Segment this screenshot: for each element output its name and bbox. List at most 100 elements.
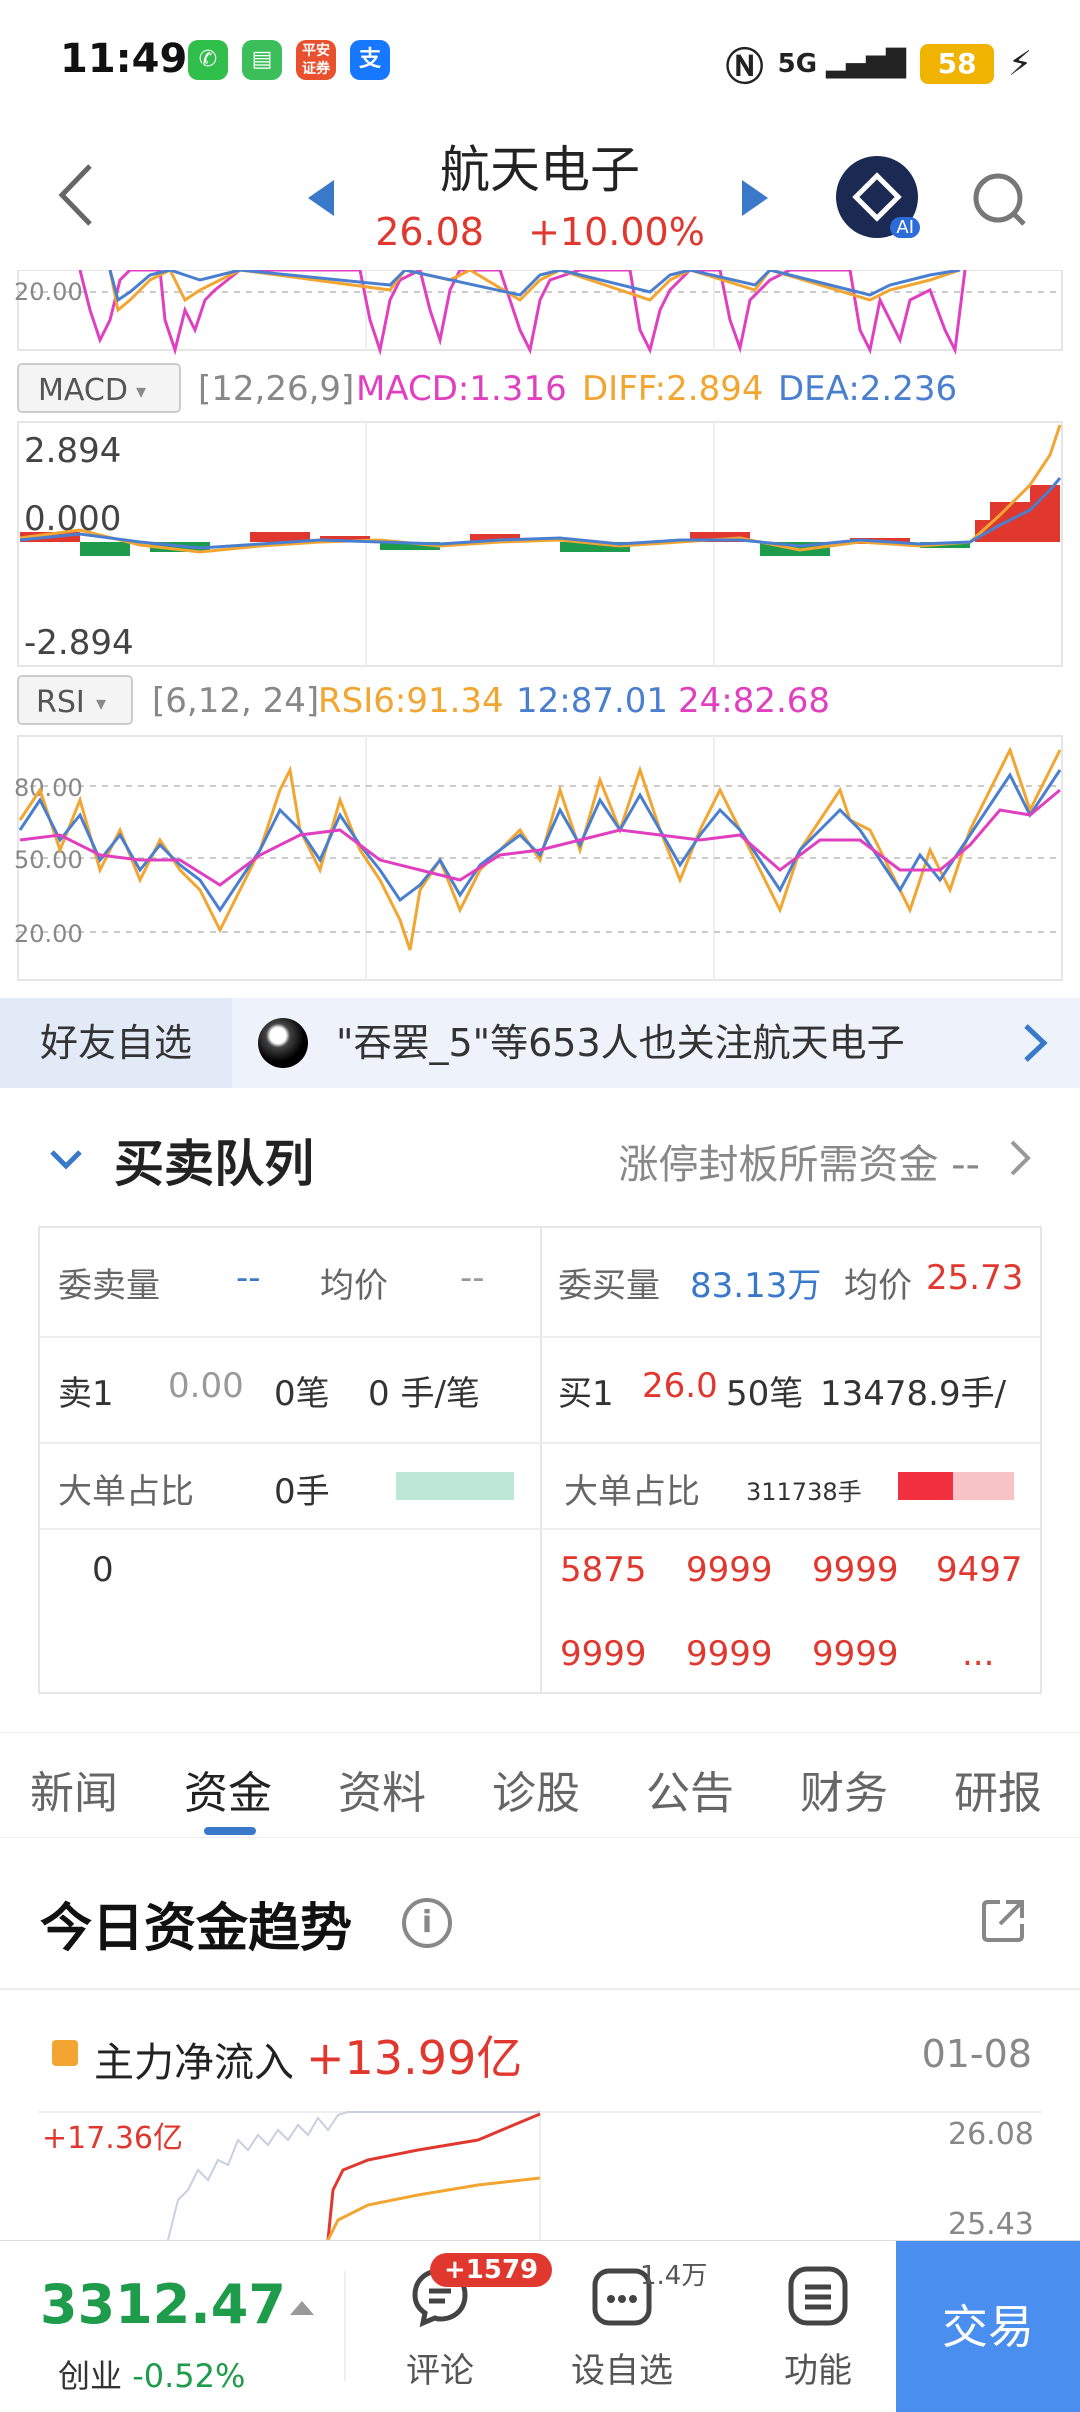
fund-trend-header: 今日资金趋势 i [0, 1856, 1080, 1976]
main-flow-legend [52, 2040, 78, 2066]
stock-price: 26.08 [375, 210, 484, 254]
buy-avg-label: 均价 [844, 1266, 912, 1306]
fund-price-top: 26.08 [948, 2117, 1034, 2152]
next-stock-icon[interactable] [742, 180, 768, 216]
limit-up-funds[interactable]: 涨停封板所需资金 -- [618, 1132, 980, 1190]
message-app-icon: ▤ [242, 40, 282, 80]
macd-selector-label: MACD [38, 373, 128, 408]
buy-vol-label: 委买量 [558, 1266, 660, 1306]
dea-value: DEA:2.236 [778, 369, 957, 409]
watchlist-label: 设自选 [571, 2351, 673, 2391]
index-change: -0.52% [132, 2357, 246, 2395]
stock-header: 航天电子 26.08 +10.00% AI [0, 120, 1080, 270]
sell-big-value: 0手 [274, 1472, 330, 1512]
chevron-right-icon[interactable] [1008, 1138, 1032, 1178]
search-icon[interactable] [972, 172, 1026, 226]
buy-vol-value: 83.13万 [690, 1266, 822, 1306]
signal-icon: 5G ▂▄▆█ [777, 48, 907, 79]
rsi-tick-80: 80.00 [14, 774, 83, 802]
charging-icon: ⚡ [1008, 43, 1032, 84]
main-flow-label: 主力净流入 [94, 2040, 294, 2086]
tab-funds[interactable]: 资金 [184, 1757, 272, 1821]
index-name[interactable]: 创业 -0.52% [58, 2351, 245, 2397]
chevron-right-icon[interactable] [1020, 1020, 1050, 1066]
buy-avg-value: 25.73 [926, 1258, 1024, 1298]
trade-button[interactable]: 交易 [896, 2241, 1080, 2412]
tab-news[interactable]: 新闻 [30, 1757, 118, 1821]
share-external-icon[interactable] [978, 1896, 1028, 1946]
expand-up-icon[interactable] [290, 2301, 314, 2315]
status-right: Ⓝ 5G ▂▄▆█ 58 ⚡ [726, 36, 1032, 91]
status-time: 11:49 [60, 36, 188, 82]
index-value[interactable]: 3312.47 [40, 2273, 286, 2336]
diff-value: DIFF:2.894 [582, 369, 763, 409]
order-queue-table: 委卖量 -- 均价 -- 卖1 0.00 0笔 0 手/笔 大单占比 0手 0 … [38, 1226, 1042, 1694]
buy-big-value: 311738手 [746, 1478, 862, 1506]
tab-diagnosis[interactable]: 诊股 [492, 1757, 580, 1821]
buy-order-0: 5875 [560, 1550, 647, 1590]
tab-research[interactable]: 研报 [954, 1757, 1042, 1821]
sell1-label: 卖1 [58, 1374, 114, 1414]
bottom-bar: 3312.47 创业 -0.52% 评论 +1579 设自选 1.4万 功能 交… [0, 2240, 1080, 2412]
comment-label: 评论 [406, 2351, 474, 2391]
sell-vol-value: -- [236, 1258, 261, 1298]
rsi-tick-20: 20.00 [14, 920, 83, 948]
watchlist-count: 1.4万 [640, 2261, 708, 2291]
sell-vol-label: 委卖量 [58, 1266, 160, 1306]
indicator-charts: 20.00 MACD ▾ [12,26,9] MACD:1.316 DIFF:2… [0, 267, 1080, 990]
main-net-inflow: 主力净流入 +13.99亿 01-08 [0, 2018, 1080, 2088]
active-tab-indicator [204, 1827, 256, 1835]
rsi6-value: RSI6:91.34 [318, 681, 504, 721]
buy1-count: 50笔 [726, 1374, 804, 1414]
battery-icon: 58 [920, 43, 995, 84]
sell1-per: 0 手/笔 [368, 1374, 480, 1414]
sell1-count: 0笔 [274, 1374, 330, 1414]
sell1-price: 0.00 [168, 1366, 244, 1406]
tab-announcements[interactable]: 公告 [646, 1757, 734, 1821]
macd-dropdown-icon: ▾ [136, 379, 146, 403]
tab-profile[interactable]: 资料 [338, 1757, 426, 1821]
tab-financials[interactable]: 财务 [800, 1757, 888, 1821]
info-icon[interactable]: i [402, 1898, 452, 1948]
buy-order-more: ... [962, 1634, 995, 1674]
function-label: 功能 [784, 2351, 852, 2391]
buy-order-2: 9999 [812, 1550, 899, 1590]
function-menu-icon [788, 2266, 848, 2326]
stock-change: +10.00% [528, 210, 705, 254]
nfc-icon: Ⓝ [725, 45, 764, 89]
alipay-app-icon: 支 [350, 40, 390, 80]
macd-ymin: -2.894 [24, 623, 134, 663]
buy1-price: 26.0 [642, 1366, 718, 1406]
ai-assistant-button[interactable]: AI [836, 156, 920, 238]
buy-order-1: 9999 [686, 1550, 773, 1590]
phone-app-icon: ✆ [188, 40, 228, 80]
chevron-down-icon[interactable] [48, 1148, 84, 1172]
fund-price-mid: 25.43 [948, 2207, 1034, 2240]
buy-order-5: 9999 [686, 1634, 773, 1674]
order-queue-header[interactable]: 买卖队列 涨停封板所需资金 -- [0, 1100, 1080, 1210]
buy-big-bar [898, 1472, 1014, 1500]
buy-big-label: 大单占比 [564, 1472, 700, 1512]
top-chart-label: 20.00 [14, 278, 83, 306]
macd-value: MACD:1.316 [356, 369, 567, 409]
rsi-selector-label: RSI [36, 685, 85, 720]
fund-trend-chart[interactable]: +17.36亿 26.08 25.43 [38, 2110, 1042, 2242]
status-bar: 11:49 ✆ ▤ 平安 证券 支 Ⓝ 5G ▂▄▆█ 58 ⚡ [0, 0, 1080, 120]
comment-badge: +1579 [430, 2253, 553, 2287]
stock-title: 航天电子 [440, 141, 640, 199]
rsi24-value: 24:82.68 [678, 681, 830, 721]
fund-trend-title: 今日资金趋势 [40, 1899, 353, 1959]
main-flow-date: 01-08 [921, 2032, 1032, 2076]
function-button[interactable]: 功能 [738, 2263, 898, 2392]
sell-avg-value: -- [460, 1258, 485, 1298]
rsi12-value: 12:87.01 [516, 681, 668, 721]
ai-tag: AI [890, 217, 920, 238]
buy-order-4: 9999 [560, 1634, 647, 1674]
sell-big-bar [396, 1472, 514, 1500]
indicator-svg[interactable]: 20.00 MACD ▾ [12,26,9] MACD:1.316 DIFF:2… [0, 267, 1080, 990]
rsi-tick-50: 50.00 [14, 846, 83, 874]
sell-avg-label: 均价 [320, 1266, 388, 1306]
rsi-params: [6,12, 24] [152, 681, 319, 721]
friends-tag: 好友自选 [0, 998, 232, 1088]
friends-watch-bar[interactable]: 好友自选 "吞罢_5"等653人也关注航天电子 [0, 998, 1080, 1088]
